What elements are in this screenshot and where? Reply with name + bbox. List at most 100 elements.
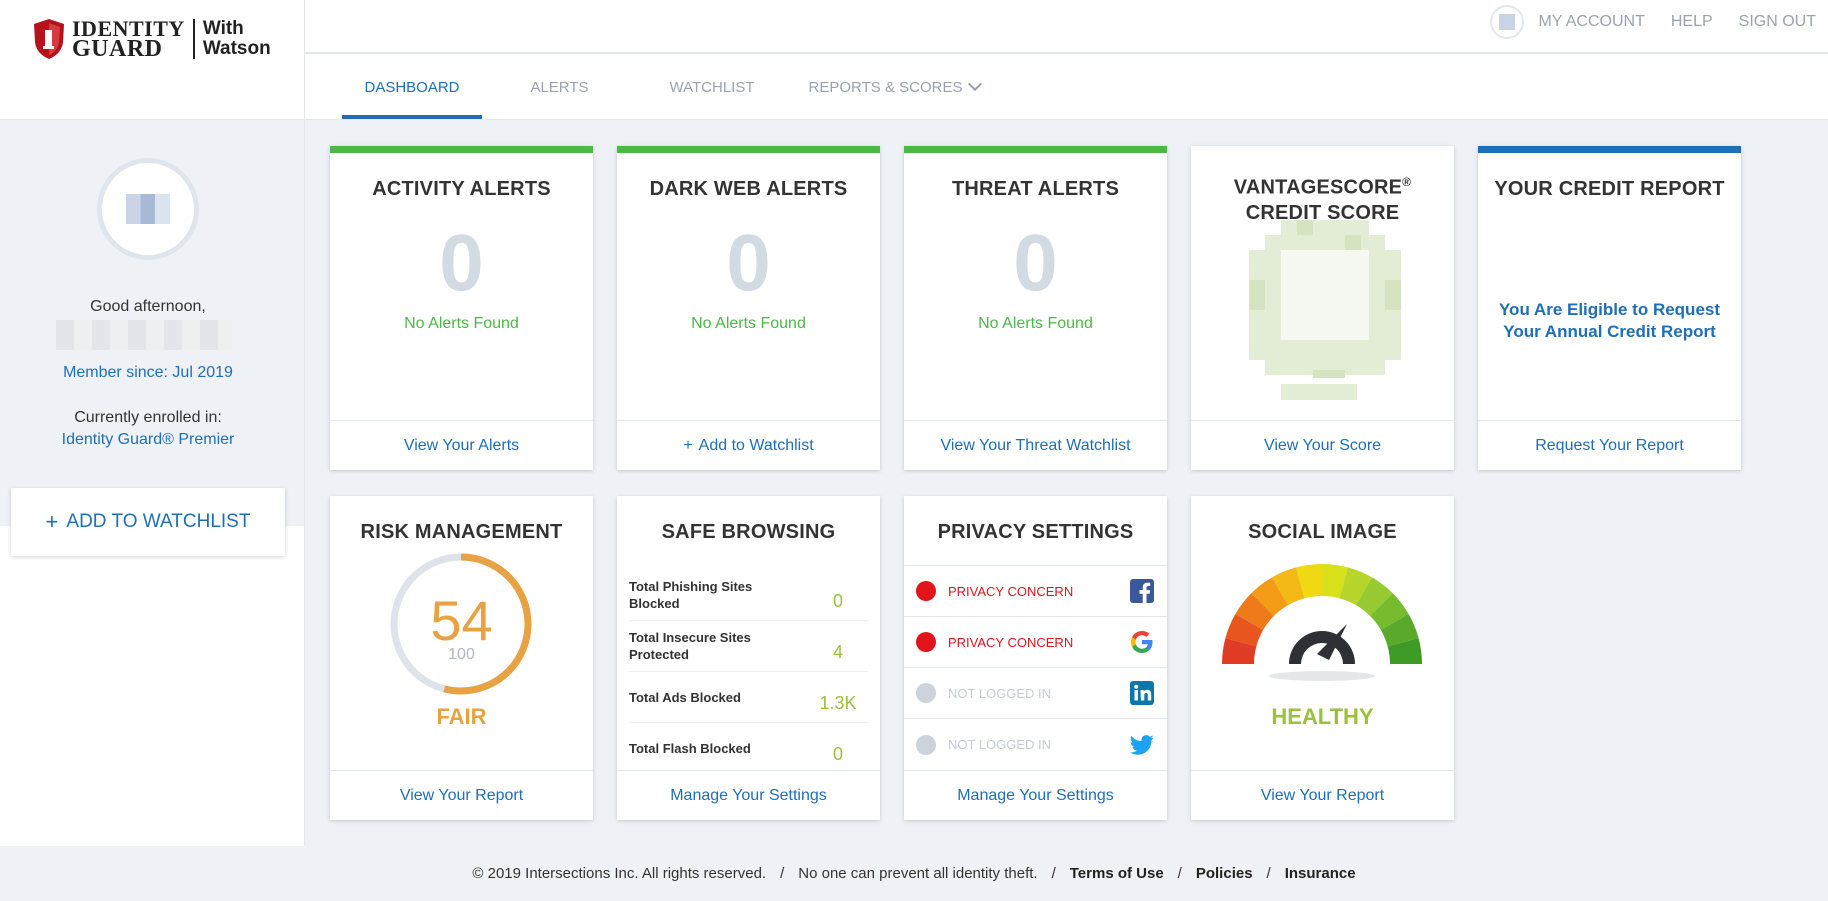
safe-browsing-stats: Total Phishing Sites Blocked 0 Total Inse…	[629, 570, 868, 774]
footer-separator: /	[780, 865, 785, 882]
privacy-row-facebook[interactable]: PRIVACY CONCERN	[904, 566, 1167, 617]
google-icon	[1129, 629, 1155, 655]
risk-score: 54	[430, 589, 493, 652]
main-tabs: DASHBOARD ALERTS WATCHLIST REPORTS & SCO…	[342, 54, 1002, 120]
link-label: View Your Threat Watchlist	[940, 436, 1131, 454]
stat-label: Total Ads Blocked	[629, 689, 741, 705]
alert-status: No Alerts Found	[978, 315, 1093, 332]
copyright: © 2019 Intersections Inc. All rights res…	[472, 865, 767, 882]
sign-out-link[interactable]: SIGN OUT	[1739, 13, 1816, 31]
watson-line1: With	[202, 18, 244, 39]
linkedin-icon	[1129, 680, 1155, 706]
manage-settings-link[interactable]: Manage Your Settings	[617, 770, 880, 820]
plan-link[interactable]: Identity Guard® Premier	[0, 431, 296, 449]
stat-value: 4	[832, 641, 843, 662]
top-nav: MY ACCOUNT HELP SIGN OUT	[1490, 0, 1828, 44]
stat-value: 0	[832, 590, 843, 611]
privacy-list: PRIVACY CONCERN PRIVACY CONCERN NOT LOGG…	[904, 565, 1167, 770]
credit-score-gauge-icon	[1249, 220, 1401, 400]
privacy-status: NOT LOGGED IN	[948, 685, 1052, 701]
card-title: YOUR CREDIT REPORT	[1494, 178, 1725, 200]
link-label: Manage Your Settings	[670, 786, 827, 804]
status-dot	[916, 632, 936, 652]
tab-watchlist[interactable]: WATCHLIST	[637, 54, 787, 120]
identity-guard-logo[interactable]: IDENTITY GUARD With Watson	[32, 18, 271, 62]
plus-icon: +	[683, 436, 693, 454]
privacy-row-linkedin[interactable]: NOT LOGGED IN	[904, 668, 1167, 719]
stat-label: Total Flash Blocked	[629, 741, 751, 756]
title-line1: VANTAGESCORE	[1233, 176, 1403, 199]
add-to-watchlist-link[interactable]: + Add to Watchlist	[617, 420, 880, 470]
view-alerts-link[interactable]: View Your Alerts	[330, 420, 593, 470]
footer: © 2019 Intersections Inc. All rights res…	[0, 846, 1828, 901]
view-threat-watchlist-link[interactable]: View Your Threat Watchlist	[904, 420, 1167, 470]
view-report-link[interactable]: View Your Report	[330, 770, 593, 820]
avatar-image	[126, 194, 170, 224]
tab-reports-scores[interactable]: REPORTS & SCORES	[787, 54, 1002, 120]
link-label: View Your Score	[1263, 436, 1382, 454]
view-score-link[interactable]: View Your Score	[1191, 420, 1454, 470]
status-dot	[916, 683, 936, 703]
watson-line2: Watson	[202, 38, 271, 59]
privacy-status: PRIVACY CONCERN	[948, 634, 1074, 650]
link-label: View Your Report	[399, 786, 524, 804]
terms-link[interactable]: Terms of Use	[1070, 865, 1164, 882]
card-activity-alerts: ACTIVITY ALERTS 0 No Alerts Found View Y…	[330, 146, 593, 470]
stat-row: Total Phishing Sites Blocked 0	[629, 570, 868, 621]
card-credit-report: YOUR CREDIT REPORT You Are Eligible to R…	[1478, 146, 1741, 470]
view-report-link[interactable]: View Your Report	[1191, 770, 1454, 820]
enrolled-label: Currently enrolled in:	[74, 409, 222, 426]
request-report-link[interactable]: Request Your Report	[1478, 420, 1741, 470]
user-avatar-small[interactable]	[1490, 5, 1525, 39]
insurance-link[interactable]: Insurance	[1285, 865, 1356, 882]
card-dark-web-alerts: DARK WEB ALERTS 0 No Alerts Found + Add t…	[617, 146, 880, 470]
eligibility-message[interactable]: You Are Eligible to Request Your Annual …	[1498, 299, 1721, 343]
plus-icon: +	[45, 509, 59, 534]
twitter-icon	[1129, 732, 1155, 758]
tab-dashboard[interactable]: DASHBOARD	[342, 54, 482, 120]
card-title: ACTIVITY ALERTS	[372, 178, 551, 200]
my-account-link[interactable]: MY ACCOUNT	[1538, 13, 1644, 31]
logo-wordmark: IDENTITY GUARD	[72, 18, 185, 62]
profile-avatar[interactable]	[97, 158, 199, 260]
link-label: View Your Report	[1260, 786, 1385, 804]
logo-line2: GUARD	[72, 36, 163, 62]
privacy-status: NOT LOGGED IN	[948, 737, 1052, 752]
manage-settings-link[interactable]: Manage Your Settings	[904, 770, 1167, 820]
eligibility-line2: Your Annual Credit Report	[1503, 322, 1716, 341]
user-name-redacted	[56, 320, 232, 350]
card-risk-management: RISK MANAGEMENT 54 100 FAIR View Your Re…	[330, 496, 593, 820]
card-social-image: SOCIAL IMAGE HEALTHY View Your Report	[1191, 496, 1454, 820]
help-link[interactable]: HELP	[1671, 13, 1713, 31]
chevron-down-icon	[968, 76, 983, 92]
card-title: PRIVACY SETTINGS	[937, 521, 1134, 543]
stat-label: Total Phishing Sites Blocked	[629, 579, 753, 611]
card-title: DARK WEB ALERTS	[649, 178, 848, 200]
logo-area: IDENTITY GUARD With Watson	[0, 0, 305, 120]
greeting-text: Good afternoon,	[90, 298, 206, 315]
privacy-row-google[interactable]: PRIVACY CONCERN	[904, 617, 1167, 668]
tab-dashboard-label: DASHBOARD	[364, 78, 460, 96]
card-threat-alerts: THREAT ALERTS 0 No Alerts Found View You…	[904, 146, 1167, 470]
add-watchlist-label: ADD TO WATCHLIST	[66, 511, 251, 532]
logo-divider	[192, 19, 195, 59]
privacy-row-twitter[interactable]: NOT LOGGED IN	[904, 719, 1167, 770]
stat-label: Total Insecure Sites Protected	[629, 630, 751, 662]
card-title: RISK MANAGEMENT	[360, 521, 563, 543]
add-to-watchlist-button[interactable]: + ADD TO WATCHLIST	[11, 488, 285, 556]
alert-status: No Alerts Found	[404, 315, 519, 332]
sidebar: Good afternoon, Member since: Jul 2019 C…	[0, 120, 305, 846]
facebook-icon	[1129, 578, 1155, 604]
registered-mark: ®	[1402, 175, 1412, 189]
privacy-status: PRIVACY CONCERN	[948, 583, 1074, 599]
stat-value: 0	[832, 744, 843, 764]
risk-score-max: 100	[448, 646, 475, 663]
tab-alerts[interactable]: ALERTS	[482, 54, 637, 120]
card-title: VANTAGESCORE® CREDIT SCORE	[1191, 170, 1454, 226]
header: IDENTITY GUARD With Watson MY ACCOUNT HE…	[0, 0, 1828, 120]
shield-icon	[34, 19, 64, 59]
stat-row: Total Ads Blocked 1.3K	[629, 672, 868, 723]
policies-link[interactable]: Policies	[1196, 865, 1253, 882]
link-label: Add to Watchlist	[698, 436, 814, 454]
tab-reports-label: REPORTS & SCORES	[808, 78, 963, 96]
